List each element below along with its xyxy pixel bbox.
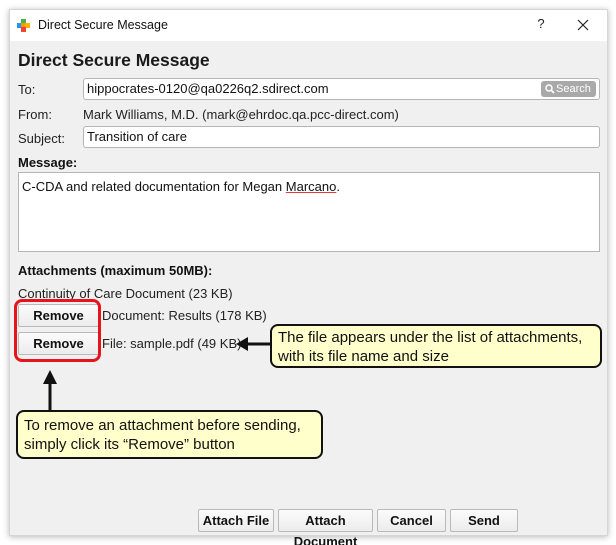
file-callout: The file appears under the list of attac… bbox=[270, 324, 602, 368]
close-button[interactable] bbox=[571, 14, 595, 36]
message-label: Message: bbox=[18, 155, 78, 170]
dialog-heading: Direct Secure Message bbox=[18, 50, 210, 70]
attachment-item: File: sample.pdf (49 KB) bbox=[102, 336, 242, 351]
window-title: Direct Secure Message bbox=[38, 18, 168, 32]
subject-value: Transition of care bbox=[87, 129, 187, 144]
to-value: hippocrates-0120@qa0226q2.sdirect.com bbox=[87, 81, 329, 96]
arrow-up-icon bbox=[43, 370, 57, 412]
attachments-heading: Attachments (maximum 50MB): bbox=[18, 263, 213, 278]
attach-file-button[interactable]: Attach File bbox=[198, 509, 274, 532]
send-button[interactable]: Send bbox=[450, 509, 518, 532]
search-button[interactable]: Search bbox=[541, 81, 596, 97]
attachment-item: Document: Results (178 KB) bbox=[102, 308, 267, 323]
direct-secure-message-dialog: Direct Secure Message ? Direct Secure Me… bbox=[9, 9, 608, 545]
attach-document-button[interactable]: Attach Document bbox=[278, 509, 373, 545]
close-icon bbox=[577, 19, 589, 31]
to-field[interactable]: hippocrates-0120@qa0226q2.sdirect.com Se… bbox=[83, 78, 600, 100]
message-text: C-CDA and related documentation for Mega… bbox=[22, 179, 286, 194]
from-label: From: bbox=[18, 107, 52, 122]
cancel-button[interactable]: Cancel bbox=[377, 509, 446, 532]
search-label: Search bbox=[556, 83, 591, 95]
remove-buttons-highlight bbox=[14, 299, 101, 362]
plus-logo-icon bbox=[17, 19, 30, 32]
help-button[interactable]: ? bbox=[533, 16, 549, 34]
remove-callout: To remove an attachment before sending, … bbox=[16, 410, 323, 459]
subject-label: Subject: bbox=[18, 131, 65, 146]
arrow-left-icon bbox=[236, 337, 273, 351]
subject-field[interactable]: Transition of care bbox=[83, 126, 600, 148]
title-bar: Direct Secure Message ? bbox=[10, 10, 607, 41]
search-icon bbox=[545, 84, 555, 94]
message-text-end: . bbox=[336, 179, 340, 194]
from-value: Mark Williams, M.D. (mark@ehrdoc.qa.pcc-… bbox=[83, 107, 399, 122]
to-label: To: bbox=[18, 82, 36, 97]
misspelled-word: Marcano bbox=[285, 179, 337, 194]
message-textarea[interactable]: C-CDA and related documentation for Mega… bbox=[18, 172, 600, 252]
